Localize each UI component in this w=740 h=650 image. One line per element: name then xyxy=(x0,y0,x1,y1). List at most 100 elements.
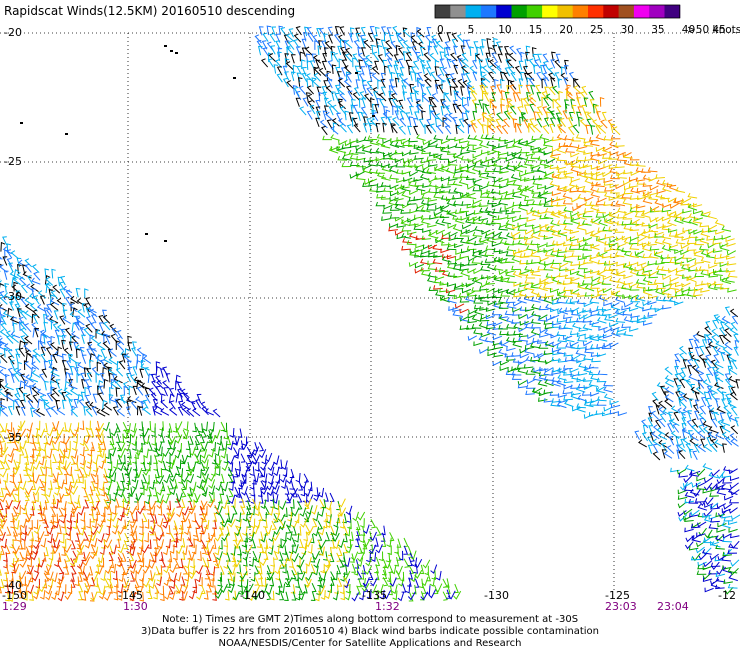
wind-barb xyxy=(15,406,21,416)
wind-barb xyxy=(526,139,536,145)
wind-barb xyxy=(467,335,478,341)
wind-barb xyxy=(130,428,138,438)
wind-barb xyxy=(688,373,698,382)
wind-barb xyxy=(6,526,12,536)
color-swatch xyxy=(511,5,528,18)
wind-barb xyxy=(33,563,40,574)
wind-barb xyxy=(332,590,339,601)
wind-barb xyxy=(718,326,726,336)
wind-barb xyxy=(222,545,228,556)
wind-barb xyxy=(567,125,575,136)
wind-barb xyxy=(155,441,163,452)
wind-barb xyxy=(705,321,711,331)
wind-barb xyxy=(275,474,281,484)
wind-barb xyxy=(286,80,294,90)
wind-barb xyxy=(505,298,516,304)
wind-barb xyxy=(377,79,382,90)
wind-barb xyxy=(603,386,613,393)
wind-barb xyxy=(210,527,216,537)
wind-barb xyxy=(444,92,451,102)
wind-barb xyxy=(0,256,2,259)
wind-barb xyxy=(97,392,104,402)
scale-tick-label: 35 xyxy=(651,24,664,36)
wind-barb xyxy=(402,141,412,146)
wind-barb xyxy=(227,440,234,451)
wind-barb xyxy=(623,274,633,279)
wind-barb xyxy=(498,143,508,149)
wind-barb xyxy=(486,38,491,48)
wind-barb xyxy=(414,155,424,160)
wind-barb xyxy=(694,498,705,503)
wind-barb xyxy=(408,171,419,177)
wind-barb xyxy=(416,203,426,209)
wind-barb xyxy=(68,341,74,351)
wind-barb xyxy=(0,501,4,511)
wind-barb xyxy=(692,333,700,344)
wind-barb xyxy=(22,392,28,403)
wind-barb xyxy=(452,225,463,232)
wind-barb xyxy=(431,93,439,103)
wind-barb xyxy=(413,177,423,182)
wind-barb xyxy=(609,167,620,174)
wind-barb xyxy=(669,203,679,209)
wind-barb xyxy=(246,446,253,457)
wind-barb xyxy=(46,459,52,470)
wind-barb xyxy=(102,421,110,432)
wind-barb xyxy=(647,286,658,292)
wind-barb xyxy=(311,582,317,593)
wind-barb xyxy=(504,194,514,199)
wind-barb xyxy=(219,473,225,484)
scale-tick-label: 30 xyxy=(621,24,634,36)
wind-barb xyxy=(459,207,469,213)
wind-barb xyxy=(156,486,164,496)
wind-barb xyxy=(400,209,410,214)
wind-barb xyxy=(330,51,336,61)
wind-barb xyxy=(704,326,712,335)
wind-barb xyxy=(440,241,451,246)
wind-barb xyxy=(372,51,380,61)
wind-barb xyxy=(97,533,105,543)
wind-barb xyxy=(540,64,545,75)
wind-barb xyxy=(705,333,714,343)
wind-barb xyxy=(597,197,607,203)
wind-barb xyxy=(729,482,739,490)
wind-barb xyxy=(144,532,149,543)
wind-barb xyxy=(497,53,503,63)
wind-barb xyxy=(724,341,733,351)
wind-barb xyxy=(525,384,536,389)
wind-barb xyxy=(629,327,639,332)
wind-barb xyxy=(595,111,601,121)
wind-barb xyxy=(10,250,19,259)
wind-barb xyxy=(413,196,423,202)
wind-barb xyxy=(363,39,372,49)
wind-barb xyxy=(629,244,640,250)
wind-barb xyxy=(331,64,337,74)
wind-barb xyxy=(438,267,449,273)
wind-barb xyxy=(61,518,66,529)
wind-barb xyxy=(612,126,621,136)
wind-barb xyxy=(715,398,720,408)
wind-barb xyxy=(573,85,582,94)
wind-barb xyxy=(730,514,740,521)
wind-barb xyxy=(51,507,57,517)
wind-barb xyxy=(396,234,407,240)
wind-barb xyxy=(20,518,27,529)
wind-barb xyxy=(75,287,81,298)
wind-barb xyxy=(715,367,725,376)
wind-barb xyxy=(103,378,109,389)
wind-barb xyxy=(630,218,640,225)
wind-barb xyxy=(649,245,660,251)
wind-barb xyxy=(554,59,562,69)
wind-barb xyxy=(577,383,588,389)
wind-barb xyxy=(487,351,497,357)
wind-barb xyxy=(731,359,738,370)
wind-barb xyxy=(33,519,39,530)
wind-barb xyxy=(86,532,93,543)
wind-barb xyxy=(174,434,183,444)
wind-barb xyxy=(126,475,131,485)
wind-barb xyxy=(486,193,497,199)
wind-barb xyxy=(175,559,181,569)
wind-barb xyxy=(684,464,695,472)
wind-barb xyxy=(353,104,359,114)
color-swatch xyxy=(496,5,512,18)
